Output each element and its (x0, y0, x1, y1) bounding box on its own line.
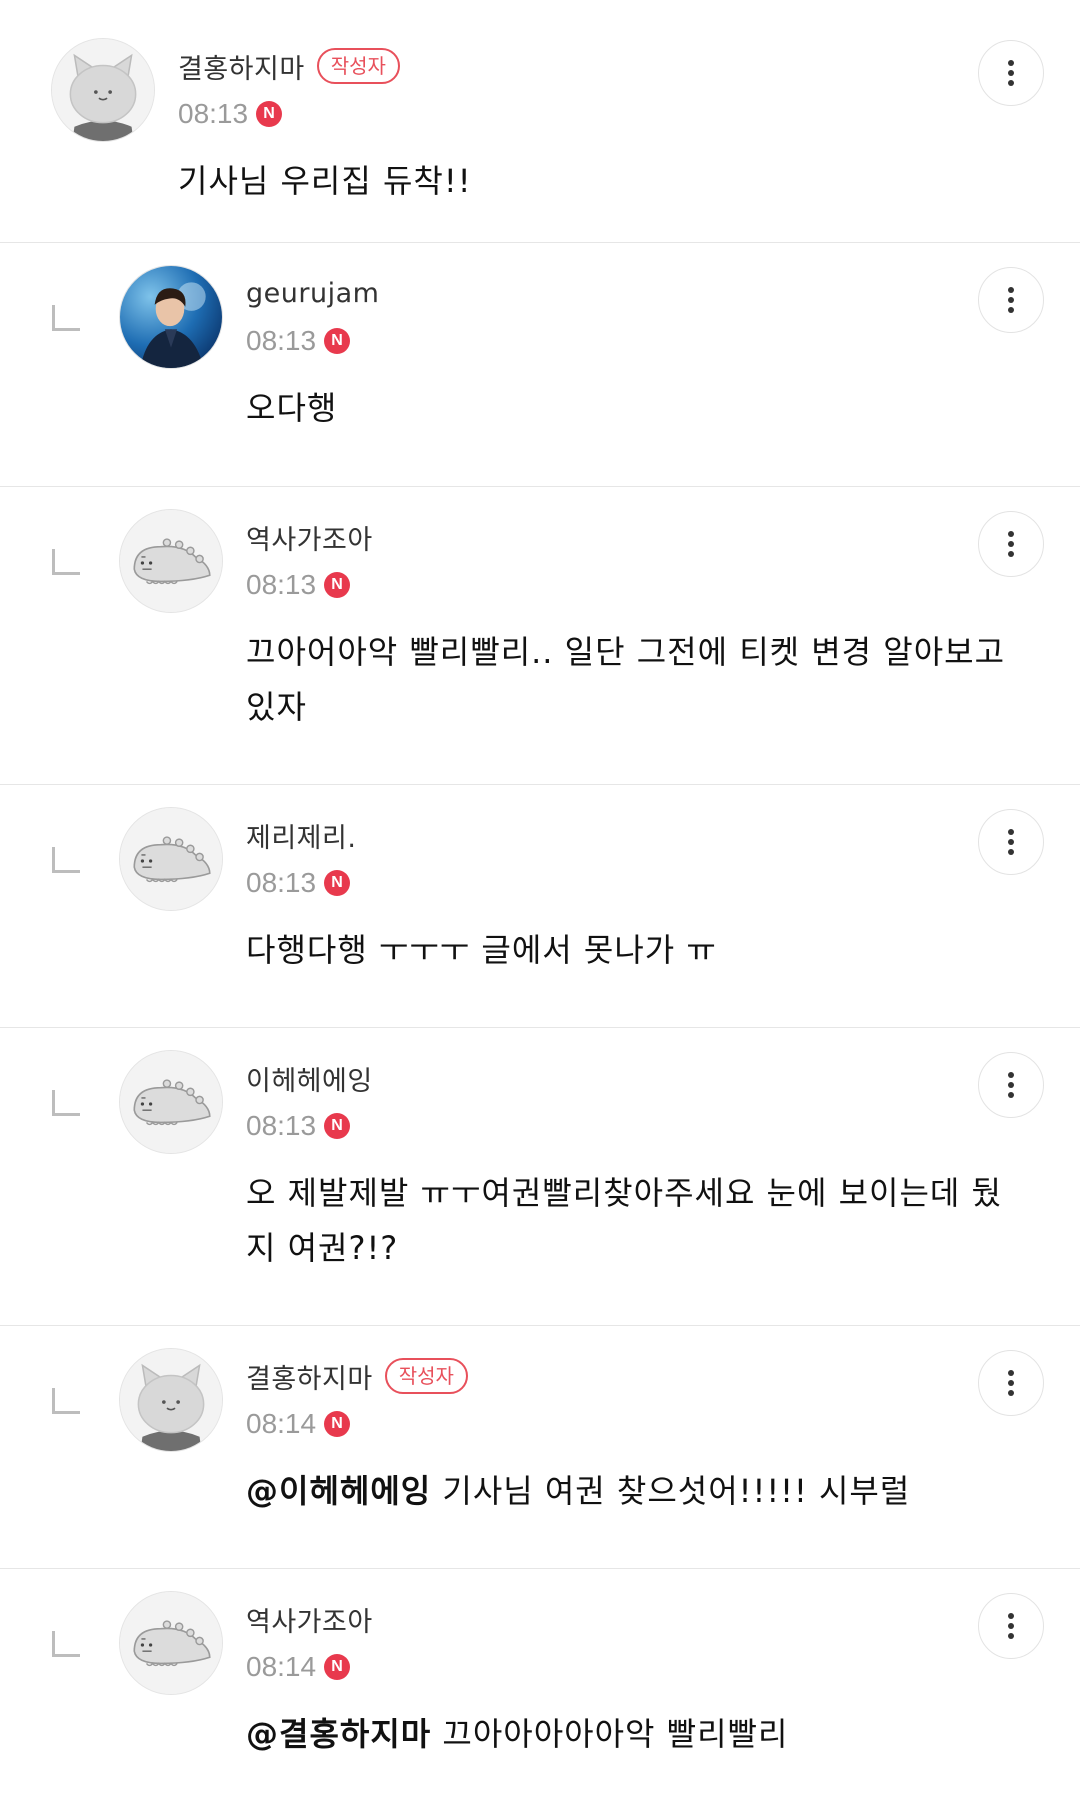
cat-avatar-icon (120, 1349, 222, 1451)
comment-item: 결홍하지마 작성자 08:14 N @이헤헤에잉 기사님 여권 찾으섯어!!!!!… (0, 1326, 1080, 1569)
more-dots-icon (1008, 829, 1014, 835)
name-row: 역사가조아 (246, 1599, 373, 1639)
comment-item: 제리제리. 08:13 N 다행다행 ㅜㅜㅜ 글에서 못나가 ㅠ (0, 785, 1080, 1028)
avatar[interactable] (119, 1348, 223, 1452)
time-row: 08:14 N (246, 1406, 351, 1442)
avatar[interactable] (119, 1591, 223, 1695)
comment-body: 끄아어아악 빨리빨리.. 일단 그전에 티켓 변경 알아보고있자 (246, 633, 1006, 726)
more-dots-icon (1008, 1370, 1014, 1376)
name-row: 결홍하지마 작성자 (246, 1356, 468, 1396)
more-dots-icon (1008, 1613, 1014, 1619)
new-badge: N (324, 870, 351, 896)
more-dots-icon (1008, 531, 1014, 537)
new-badge: N (324, 1654, 351, 1680)
comment-text: 끄아어아악 빨리빨리.. 일단 그전에 티켓 변경 알아보고있자 (246, 625, 1006, 735)
name-row: 결홍하지마 작성자 (178, 46, 400, 86)
time-row: 08:13 N (246, 865, 351, 901)
time-row: 08:13 N (178, 96, 283, 132)
comment-text: @결홍하지마 끄아아아아아악 빨리빨리 (246, 1707, 1006, 1762)
avatar[interactable] (119, 1050, 223, 1154)
avatar[interactable] (51, 38, 155, 142)
dino-avatar-icon (120, 808, 222, 910)
nickname[interactable]: 결홍하지마 (178, 47, 305, 86)
nickname[interactable]: 결홍하지마 (246, 1357, 373, 1396)
avatar[interactable] (119, 807, 223, 911)
comment-body: 다행다행 ㅜㅜㅜ 글에서 못나가 ㅠ (246, 931, 717, 969)
comment-text: 오 제발제발 ㅠㅜ여권빨리찾아주세요 눈에 보이는데 뒀지 여권?!? (246, 1166, 1006, 1276)
comment-time: 08:13 (246, 569, 317, 600)
comment-text: @이헤헤에잉 기사님 여권 찾으섯어!!!!! 시부럴 (246, 1464, 1006, 1519)
avatar[interactable] (119, 509, 223, 613)
time-row: 08:13 N (246, 323, 351, 359)
dino-avatar-icon (120, 510, 222, 612)
name-row: geurujam (246, 273, 379, 313)
reply-arrow-icon (52, 1631, 80, 1657)
comment-item: 이헤헤에잉 08:13 N 오 제발제발 ㅠㅜ여권빨리찾아주세요 눈에 보이는데… (0, 1028, 1080, 1326)
comment-item: geurujam 08:13 N 오다행 (0, 243, 1080, 487)
profile-photo (120, 266, 222, 368)
cat-avatar-icon (52, 39, 154, 141)
nickname[interactable]: 역사가조아 (246, 518, 373, 557)
comment-item: 역사가조아 08:14 N @결홍하지마 끄아아아아아악 빨리빨리 (0, 1569, 1080, 1810)
dino-avatar-icon (120, 1051, 222, 1153)
nickname[interactable]: 제리제리. (246, 816, 356, 855)
comment-text: 오다행 (246, 381, 1006, 436)
mention-link[interactable]: @결홍하지마 (246, 1715, 431, 1753)
comment-text: 기사님 우리집 듀착!! (178, 154, 938, 209)
comment-time: 08:13 (246, 1110, 317, 1141)
comment-body: 기사님 우리집 듀착!! (178, 162, 472, 200)
more-options-button[interactable] (978, 809, 1044, 875)
dino-avatar-icon (120, 1592, 222, 1694)
comment-item: 결홍하지마 작성자 08:13 N 기사님 우리집 듀착!! (0, 0, 1080, 243)
comment-time: 08:13 (246, 325, 317, 356)
more-options-button[interactable] (978, 1593, 1044, 1659)
avatar[interactable] (119, 265, 223, 369)
more-options-button[interactable] (978, 1052, 1044, 1118)
new-badge: N (324, 1411, 351, 1437)
more-dots-icon (1008, 287, 1014, 293)
reply-arrow-icon (52, 549, 80, 575)
author-badge: 작성자 (316, 48, 400, 84)
new-badge: N (256, 101, 283, 127)
more-options-button[interactable] (978, 267, 1044, 333)
comment-time: 08:13 (246, 867, 317, 898)
comment-body: 기사님 여권 찾으섯어!!!!! 시부럴 (442, 1472, 911, 1510)
more-options-button[interactable] (978, 511, 1044, 577)
comment-time: 08:13 (178, 98, 249, 129)
comment-item: 역사가조아 08:13 N 끄아어아악 빨리빨리.. 일단 그전에 티켓 변경 … (0, 487, 1080, 785)
reply-arrow-icon (52, 1090, 80, 1116)
reply-arrow-icon (52, 1388, 80, 1414)
time-row: 08:13 N (246, 1108, 351, 1144)
new-badge: N (324, 1113, 351, 1139)
time-row: 08:13 N (246, 567, 351, 603)
new-badge: N (324, 328, 351, 354)
comment-body: 오 제발제발 ㅠㅜ여권빨리찾아주세요 눈에 보이는데 뒀지 여권?!? (246, 1174, 1002, 1267)
more-dots-icon (1008, 60, 1014, 66)
nickname[interactable]: 역사가조아 (246, 1600, 373, 1639)
name-row: 이헤헤에잉 (246, 1058, 373, 1098)
author-badge: 작성자 (384, 1358, 468, 1394)
reply-arrow-icon (52, 847, 80, 873)
more-dots-icon (1008, 1072, 1014, 1078)
mention-link[interactable]: @이헤헤에잉 (246, 1472, 431, 1510)
comment-body: 오다행 (246, 389, 338, 427)
comment-text: 다행다행 ㅜㅜㅜ 글에서 못나가 ㅠ (246, 923, 1006, 978)
new-badge: N (324, 572, 351, 598)
time-row: 08:14 N (246, 1649, 351, 1685)
name-row: 제리제리. (246, 815, 356, 855)
more-options-button[interactable] (978, 1350, 1044, 1416)
comment-time: 08:14 (246, 1408, 317, 1439)
nickname[interactable]: geurujam (246, 278, 379, 309)
reply-arrow-icon (52, 305, 80, 331)
more-options-button[interactable] (978, 40, 1044, 106)
nickname[interactable]: 이헤헤에잉 (246, 1059, 373, 1098)
comment-time: 08:14 (246, 1651, 317, 1682)
name-row: 역사가조아 (246, 517, 373, 557)
comment-body: 끄아아아아아악 빨리빨리 (442, 1715, 789, 1753)
comment-thread: 결홍하지마 작성자 08:13 N 기사님 우리집 듀착!! geurujam … (0, 0, 1080, 1810)
